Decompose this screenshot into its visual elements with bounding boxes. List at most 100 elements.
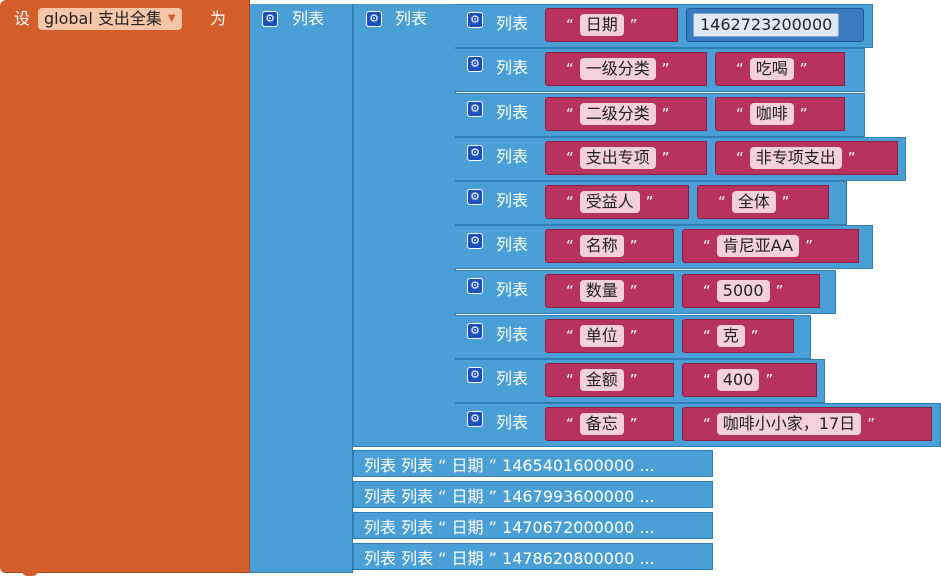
value-text-block[interactable]: “ 非专项支出 ” [715,141,898,175]
gear-icon[interactable]: ⚙ [366,11,382,27]
close-quote: ” [805,237,813,255]
key-text-block[interactable]: “ 支出专项 ” [545,141,707,175]
close-quote: ” [629,282,638,300]
close-quote: ” [629,415,638,433]
pair-list-label: 列表 [496,280,529,299]
gear-icon[interactable]: ⚙ [467,145,483,161]
close-quote: ” [645,193,654,211]
key-text[interactable]: 一级分类 [579,58,656,80]
value-text-block[interactable]: “ 咖啡小小家，17日 ” [682,407,932,441]
key-text-block[interactable]: “ 金额 ” [545,363,674,397]
pair-list-label: 列表 [496,103,529,122]
gear-icon[interactable]: ⚙ [467,367,483,383]
close-quote: ” [781,193,790,211]
collapsed-summary: 列表 列表 “ 日期 ” 1467993600000 ... [364,486,655,506]
value-text[interactable]: 吃喝 [749,58,794,80]
collapsed-list-block[interactable]: 列表 列表 “ 日期 ” 1470672000000 ... [353,512,713,539]
open-quote: “ [566,60,574,78]
key-text[interactable]: 数量 [579,280,624,302]
key-text[interactable]: 受益人 [579,191,640,213]
open-quote: “ [703,327,711,345]
gear-icon[interactable]: ⚙ [467,323,483,339]
close-quote: ” [629,16,638,34]
value-text-block[interactable]: “ 5000 ” [682,274,820,308]
number-block[interactable]: 1462723200000 [686,8,864,42]
variable-name: global 支出全集 [44,9,162,28]
value-text-block[interactable]: “ 克 ” [682,319,794,353]
value-text-block[interactable]: “ 全体 ” [697,185,829,219]
key-text[interactable]: 单位 [579,325,624,347]
number-value[interactable]: 1462723200000 [693,13,840,37]
set-block-connector [22,568,38,576]
value-text[interactable]: 咖啡 [749,103,794,125]
close-quote: ” [765,371,774,389]
to-label: 为 [210,9,227,28]
value-text-block[interactable]: “ 吃喝 ” [715,52,845,86]
value-text[interactable]: 5000 [716,280,770,302]
key-text-block[interactable]: “ 一级分类 ” [545,52,707,86]
key-text-block[interactable]: “ 二级分类 ” [545,97,707,131]
key-text[interactable]: 名称 [579,235,624,257]
pair-list-label: 列表 [496,235,529,254]
pair-list-label: 列表 [496,14,529,33]
value-text-block[interactable]: “ 咖啡 ” [715,97,845,131]
gear-icon[interactable]: ⚙ [467,233,483,249]
open-quote: “ [566,327,574,345]
open-quote: “ [703,282,711,300]
key-text-block[interactable]: “ 名称 ” [545,229,674,263]
value-text[interactable]: 肯尼亚AA [716,235,800,257]
open-quote: “ [736,149,744,167]
key-text-block[interactable]: “ 备忘 ” [545,407,674,441]
key-text-block[interactable]: “ 单位 ” [545,319,674,353]
value-text-block[interactable]: “ 肯尼亚AA ” [682,229,859,263]
gear-icon[interactable]: ⚙ [467,278,483,294]
close-quote: ” [799,105,808,123]
collapsed-edge [712,548,713,566]
value-text[interactable]: 咖啡小小家，17日 [716,413,862,435]
value-text[interactable]: 克 [716,325,745,347]
key-text-block[interactable]: “ 日期 ” [545,8,678,42]
close-quote: ” [629,327,638,345]
close-quote: ” [867,415,875,433]
open-quote: “ [566,237,574,255]
key-text-block[interactable]: “ 数量 ” [545,274,674,308]
close-quote: ” [661,149,670,167]
value-text[interactable]: 全体 [731,191,776,213]
open-quote: “ [566,282,574,300]
collapsed-summary: 列表 列表 “ 日期 ” 1465401600000 ... [364,455,655,475]
variable-dropdown[interactable]: global 支出全集 ▼ [38,8,182,30]
key-text-block[interactable]: “ 受益人 ” [545,185,689,219]
pair-list-label: 列表 [496,369,529,388]
collapsed-summary: 列表 列表 “ 日期 ” 1470672000000 ... [364,517,655,537]
collapsed-list-block[interactable]: 列表 列表 “ 日期 ” 1465401600000 ... [353,450,713,477]
gear-icon[interactable]: ⚙ [467,101,483,117]
set-variable-block[interactable] [0,0,250,573]
open-quote: “ [736,105,744,123]
open-quote: “ [718,193,726,211]
key-text[interactable]: 金额 [579,369,624,391]
outer-list-block[interactable] [250,4,353,573]
value-text-block[interactable]: “ 400 ” [682,363,817,397]
collapsed-list-block[interactable]: 列表 列表 “ 日期 ” 1467993600000 ... [353,481,713,508]
close-quote: ” [799,60,808,78]
key-text[interactable]: 日期 [579,14,624,36]
value-text[interactable]: 400 [716,369,760,391]
inner-list-block[interactable] [353,4,456,447]
gear-icon[interactable]: ⚙ [262,11,278,27]
pair-list-label: 列表 [496,147,529,166]
set-label: 设 [14,9,31,28]
gear-icon[interactable]: ⚙ [467,411,483,427]
key-text[interactable]: 备忘 [579,413,624,435]
open-quote: “ [703,371,711,389]
gear-icon[interactable]: ⚙ [467,12,483,28]
collapsed-list-block[interactable]: 列表 列表 “ 日期 ” 1478620800000 ... [353,543,713,570]
open-quote: “ [566,149,574,167]
key-text[interactable]: 支出专项 [579,147,656,169]
inner-list-label: 列表 [395,9,428,28]
close-quote: ” [775,282,784,300]
gear-icon[interactable]: ⚙ [467,56,483,72]
key-text[interactable]: 二级分类 [579,103,656,125]
gear-icon[interactable]: ⚙ [467,189,483,205]
open-quote: “ [566,415,574,433]
value-text[interactable]: 非专项支出 [749,147,842,169]
